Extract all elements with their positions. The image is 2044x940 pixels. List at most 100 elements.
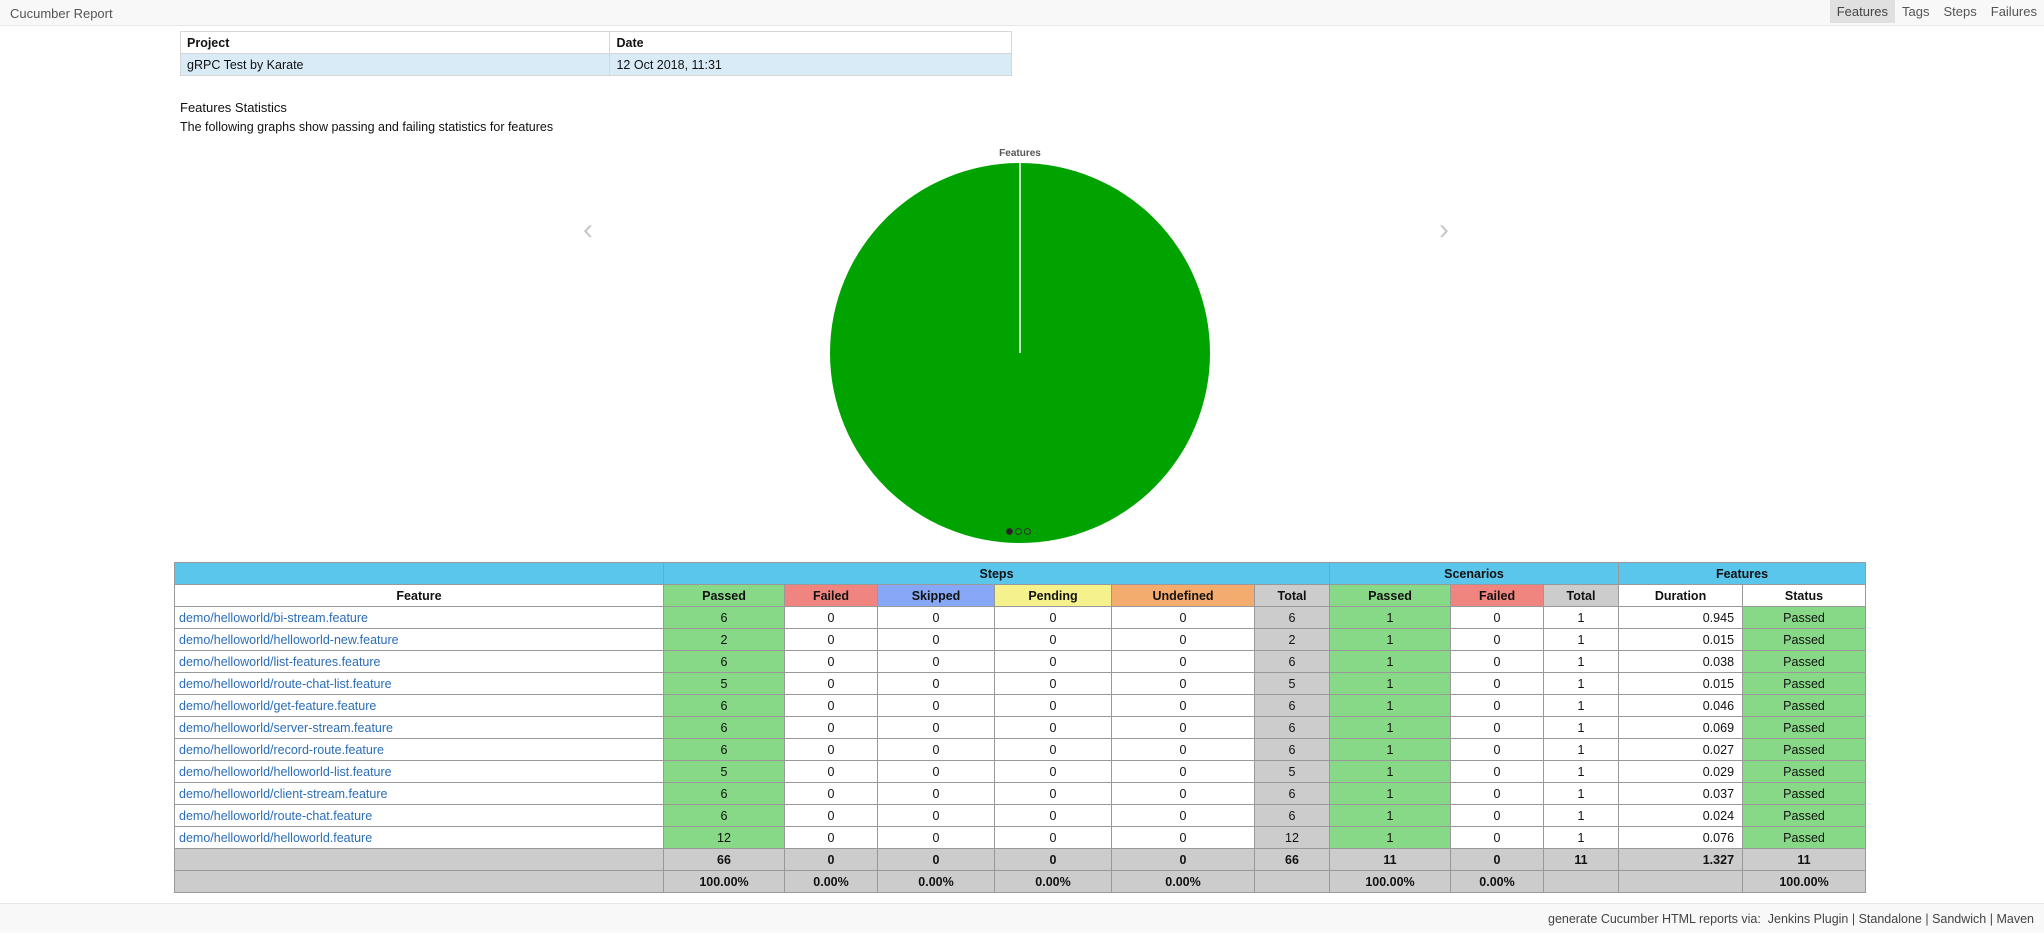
col-steps-skipped[interactable]: Skipped — [877, 584, 995, 607]
cell-steps-undefined: 0 — [1111, 672, 1255, 695]
carousel-dot-1[interactable] — [1006, 528, 1013, 535]
cell-steps-skipped: 0 — [877, 760, 995, 783]
main-nav: Features Tags Steps Failures — [1829, 0, 2044, 24]
cell-steps-total: 6 — [1253, 650, 1331, 673]
cell-steps-total: 6 — [1253, 716, 1331, 739]
cell-steps-total: 5 — [1253, 760, 1331, 783]
col-scenarios-total[interactable]: Total — [1543, 584, 1620, 607]
cell-steps-passed: 5 — [663, 672, 785, 695]
table-row: demo/helloworld/route-chat.feature 6 0 0 0 0 6… — [174, 804, 1867, 827]
footer: generate Cucumber HTML reports via: Jenk… — [0, 903, 2044, 933]
col-steps-passed[interactable]: Passed — [663, 584, 785, 607]
feature-link[interactable]: demo/helloworld/record-route.feature — [179, 743, 384, 757]
feature-link[interactable]: demo/helloworld/server-stream.feature — [179, 721, 393, 735]
cell-steps-total: 6 — [1253, 782, 1331, 805]
feature-cell: demo/helloworld/helloworld.feature — [174, 826, 664, 849]
col-steps-failed[interactable]: Failed — [784, 584, 878, 607]
col-duration[interactable]: Duration — [1618, 584, 1744, 607]
table-row: demo/helloworld/bi-stream.feature 6 0 0 0 0 6 1… — [174, 606, 1867, 629]
col-steps-pending[interactable]: Pending — [994, 584, 1112, 607]
pct-scenarios-total — [1543, 870, 1620, 893]
nav-failures[interactable]: Failures — [1984, 0, 2044, 23]
cell-duration: 0.015 — [1618, 628, 1744, 651]
cell-scenarios-failed: 0 — [1450, 826, 1545, 849]
cell-duration: 0.037 — [1618, 782, 1744, 805]
cell-steps-failed: 0 — [784, 628, 878, 651]
cell-duration: 0.038 — [1618, 650, 1744, 673]
feature-cell: demo/helloworld/list-features.feature — [174, 650, 664, 673]
cell-steps-undefined: 0 — [1111, 716, 1255, 739]
cell-status: Passed — [1742, 782, 1867, 805]
cell-steps-passed: 6 — [663, 716, 785, 739]
feature-link[interactable]: demo/helloworld/helloworld.feature — [179, 831, 372, 845]
col-steps-undefined[interactable]: Undefined — [1111, 584, 1255, 607]
cell-steps-failed: 0 — [784, 738, 878, 761]
nav-features[interactable]: Features — [1829, 0, 1896, 23]
footer-link-sandwich[interactable]: Sandwich — [1932, 912, 1986, 926]
cell-steps-pending: 0 — [994, 694, 1112, 717]
feature-link[interactable]: demo/helloworld/bi-stream.feature — [179, 611, 368, 625]
cell-steps-pending: 0 — [994, 760, 1112, 783]
group-scenarios: Scenarios — [1329, 562, 1620, 585]
feature-link[interactable]: demo/helloworld/get-feature.feature — [179, 699, 376, 713]
cell-steps-skipped: 0 — [877, 628, 995, 651]
cell-steps-undefined: 0 — [1111, 628, 1255, 651]
cell-scenarios-passed: 1 — [1329, 672, 1452, 695]
total-steps-skipped: 0 — [877, 848, 995, 871]
footer-link-jenkins[interactable]: Jenkins Plugin — [1768, 912, 1849, 926]
total-duration: 1.327 — [1618, 848, 1744, 871]
feature-link[interactable]: demo/helloworld/route-chat-list.feature — [179, 677, 392, 691]
table-row: demo/helloworld/client-stream.feature 6 0 0… — [174, 782, 1867, 805]
cell-steps-skipped: 0 — [877, 782, 995, 805]
cell-scenarios-passed: 1 — [1329, 826, 1452, 849]
cell-steps-undefined: 0 — [1111, 650, 1255, 673]
cell-steps-passed: 6 — [663, 804, 785, 827]
cell-steps-failed: 0 — [784, 606, 878, 629]
table-row: demo/helloworld/list-features.feature 6 0 0… — [174, 650, 1867, 673]
feature-link[interactable]: demo/helloworld/client-stream.feature — [179, 787, 387, 801]
carousel-dot-2[interactable] — [1015, 528, 1022, 535]
cell-scenarios-total: 1 — [1543, 826, 1620, 849]
cell-duration: 0.076 — [1618, 826, 1744, 849]
footer-link-maven[interactable]: Maven — [1996, 912, 2034, 926]
table-row: demo/helloworld/helloworld-list.feature 5… — [174, 760, 1867, 783]
col-feature[interactable]: Feature — [174, 584, 664, 607]
cell-scenarios-failed: 0 — [1450, 804, 1545, 827]
cell-steps-skipped: 0 — [877, 716, 995, 739]
col-steps-total[interactable]: Total — [1253, 584, 1331, 607]
cell-duration: 0.015 — [1618, 672, 1744, 695]
col-scenarios-passed[interactable]: Passed — [1329, 584, 1452, 607]
cell-steps-total: 2 — [1253, 628, 1331, 651]
carousel-next-icon[interactable]: › — [1439, 215, 1449, 245]
pct-scenarios-failed: 0.00% — [1450, 870, 1545, 893]
footer-link-standalone[interactable]: Standalone — [1859, 912, 1922, 926]
feature-link[interactable]: demo/helloworld/route-chat.feature — [179, 809, 372, 823]
cell-steps-total: 6 — [1253, 606, 1331, 629]
cell-steps-skipped: 0 — [877, 672, 995, 695]
nav-steps[interactable]: Steps — [1937, 0, 1984, 23]
brand-title[interactable]: Cucumber Report — [10, 6, 113, 21]
total-steps-failed: 0 — [784, 848, 878, 871]
pct-steps-failed: 0.00% — [784, 870, 878, 893]
carousel-dot-3[interactable] — [1024, 528, 1031, 535]
table-row: demo/helloworld/helloworld.feature 12 0 0 0 0… — [174, 826, 1867, 849]
cell-steps-pending: 0 — [994, 826, 1112, 849]
cell-steps-undefined: 0 — [1111, 760, 1255, 783]
pct-duration — [1618, 870, 1744, 893]
col-status[interactable]: Status — [1742, 584, 1867, 607]
carousel-prev-icon[interactable]: ‹ — [583, 215, 593, 245]
nav-tags[interactable]: Tags — [1895, 0, 1936, 23]
feature-link[interactable]: demo/helloworld/helloworld-list.feature — [179, 765, 392, 779]
col-scenarios-failed[interactable]: Failed — [1450, 584, 1545, 607]
features-pie-chart: Features — [830, 148, 1210, 543]
cell-status: Passed — [1742, 694, 1867, 717]
cell-steps-skipped: 0 — [877, 606, 995, 629]
cell-steps-undefined: 0 — [1111, 738, 1255, 761]
cell-scenarios-total: 1 — [1543, 804, 1620, 827]
feature-link[interactable]: demo/helloworld/list-features.feature — [179, 655, 381, 669]
feature-cell: demo/helloworld/helloworld-new.feature — [174, 628, 664, 651]
stats-description: The following graphs show passing and fa… — [180, 120, 554, 134]
cell-steps-undefined: 0 — [1111, 804, 1255, 827]
feature-link[interactable]: demo/helloworld/helloworld-new.feature — [179, 633, 399, 647]
feature-cell: demo/helloworld/record-route.feature — [174, 738, 664, 761]
